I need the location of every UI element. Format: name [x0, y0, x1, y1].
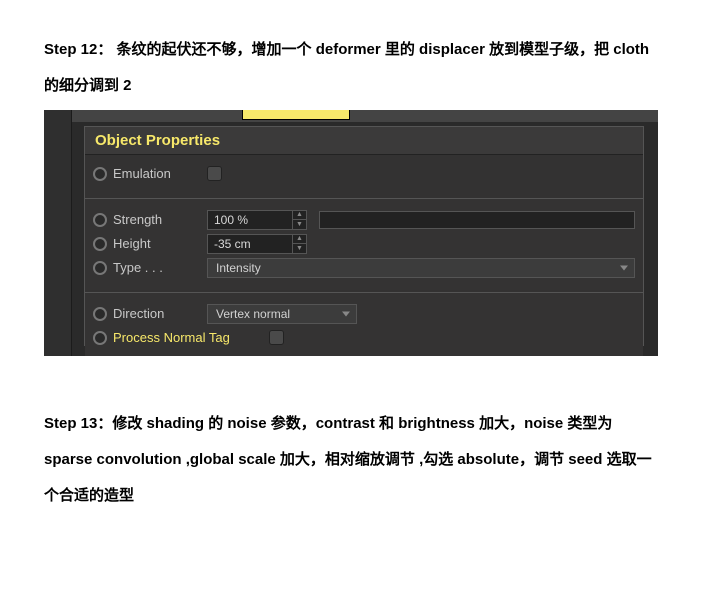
process-normal-tag-label: Process Normal Tag: [113, 330, 263, 345]
object-properties-panel: Object Properties Emulation Strength 100…: [44, 110, 658, 356]
strength-slider[interactable]: [319, 211, 635, 229]
chevron-down-icon: [342, 311, 350, 316]
panel-tab-bar: [72, 110, 658, 122]
strength-label: Strength: [113, 212, 201, 227]
process-normal-tag-checkbox[interactable]: [269, 330, 284, 345]
strength-row: Strength 100 % ▲▼: [93, 208, 635, 231]
spinner-icon[interactable]: ▲▼: [292, 211, 306, 229]
type-dropdown[interactable]: Intensity: [207, 258, 635, 278]
strength-input[interactable]: 100 % ▲▼: [207, 210, 307, 230]
active-tab-indicator[interactable]: [242, 110, 350, 120]
step-12-text: Step 12： 条纹的起伏还不够，增加一个 deformer 里的 displ…: [0, 0, 702, 104]
height-value: -35 cm: [208, 237, 292, 251]
spinner-icon[interactable]: ▲▼: [292, 235, 306, 253]
direction-dropdown[interactable]: Vertex normal: [207, 304, 357, 324]
height-label: Height: [113, 236, 201, 251]
panel-left-rail: [44, 110, 72, 356]
object-properties-body: Object Properties Emulation Strength 100…: [84, 126, 644, 346]
step-13-text: Step 13：修改 shading 的 noise 参数，contrast 和…: [0, 356, 702, 514]
direction-row: Direction Vertex normal: [93, 302, 635, 325]
emulation-checkbox[interactable]: [207, 166, 222, 181]
emulation-row: Emulation: [93, 162, 635, 185]
height-row: Height -35 cm ▲▼: [93, 232, 635, 255]
object-properties-section-top: Emulation: [85, 155, 643, 196]
radio-icon[interactable]: [93, 331, 107, 345]
height-input[interactable]: -35 cm ▲▼: [207, 234, 307, 254]
radio-icon[interactable]: [93, 167, 107, 181]
type-row: Type . . . Intensity: [93, 256, 635, 279]
type-value: Intensity: [216, 261, 261, 275]
object-properties-section-bottom: Direction Vertex normal Process Normal T…: [85, 292, 643, 356]
radio-icon[interactable]: [93, 237, 107, 251]
type-label: Type . . .: [113, 260, 201, 275]
radio-icon[interactable]: [93, 261, 107, 275]
object-properties-header: Object Properties: [85, 127, 643, 155]
direction-value: Vertex normal: [216, 307, 290, 321]
object-properties-section-main: Strength 100 % ▲▼ Height -35 cm ▲▼: [85, 198, 643, 290]
process-normal-tag-row: Process Normal Tag: [93, 326, 635, 349]
strength-value: 100 %: [208, 213, 292, 227]
radio-icon[interactable]: [93, 307, 107, 321]
emulation-label: Emulation: [113, 166, 201, 181]
radio-icon[interactable]: [93, 213, 107, 227]
direction-label: Direction: [113, 306, 201, 321]
chevron-down-icon: [620, 265, 628, 270]
